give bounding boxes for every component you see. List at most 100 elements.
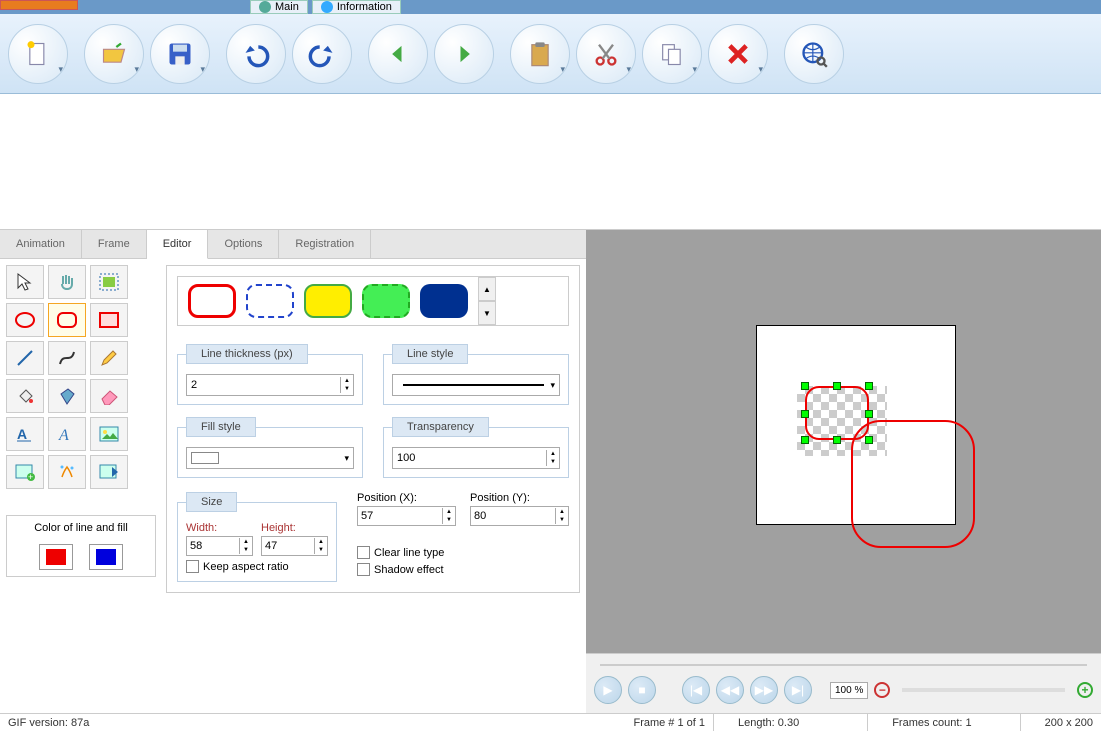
tool-eraser[interactable] <box>90 379 128 413</box>
tool-text-italic[interactable]: A <box>48 417 86 451</box>
crop-icon <box>98 463 120 481</box>
app-menu-button[interactable] <box>0 0 78 10</box>
canvas[interactable] <box>756 325 956 525</box>
tool-image[interactable] <box>90 417 128 451</box>
next-button[interactable] <box>434 24 494 84</box>
tool-roundrect[interactable] <box>48 303 86 337</box>
tab-main-label: Main <box>275 1 299 13</box>
tab-animation[interactable]: Animation <box>0 230 82 258</box>
web-button[interactable] <box>784 24 844 84</box>
tool-marquee[interactable] <box>90 265 128 299</box>
text-italic-icon: A <box>57 424 77 444</box>
last-button[interactable]: ▶| <box>784 676 812 704</box>
shadow-checkbox[interactable]: Shadow effect <box>357 563 569 576</box>
stop-button[interactable]: ■ <box>628 676 656 704</box>
undo-icon <box>242 40 270 68</box>
line-style-label: Line style <box>392 344 468 364</box>
cut-button[interactable] <box>576 24 636 84</box>
timeline[interactable] <box>594 658 1093 672</box>
line-icon <box>15 348 35 368</box>
line-style-combo[interactable]: ▾ <box>392 374 560 396</box>
zoom-out-button[interactable]: − <box>874 682 890 698</box>
status-frames-count: Frames count: 1 <box>884 717 979 729</box>
fill-style-label: Fill style <box>186 417 256 437</box>
preset-scroll-up[interactable]: ▲ <box>478 277 496 301</box>
tab-options[interactable]: Options <box>208 230 279 258</box>
transparency-input[interactable]: ▲▼ <box>392 447 560 469</box>
tool-line[interactable] <box>6 341 44 375</box>
tool-crop[interactable] <box>90 455 128 489</box>
tab-main[interactable]: Main <box>250 0 308 14</box>
canvas-area[interactable] <box>586 230 1101 653</box>
keep-aspect-checkbox[interactable]: Keep aspect ratio <box>186 560 328 573</box>
copy-button[interactable] <box>642 24 702 84</box>
tool-curve[interactable] <box>48 341 86 375</box>
handle-s[interactable] <box>833 436 841 444</box>
posx-input[interactable]: ▲▼ <box>357 506 456 526</box>
ellipse-icon <box>14 311 36 329</box>
handle-nw[interactable] <box>801 382 809 390</box>
zoom-value[interactable]: 100 % <box>830 682 868 699</box>
tool-add-frame[interactable]: + <box>6 455 44 489</box>
redo-button[interactable] <box>292 24 352 84</box>
tab-information[interactable]: Information <box>312 0 401 14</box>
tool-hand[interactable] <box>48 265 86 299</box>
forward-button[interactable]: ▶▶ <box>750 676 778 704</box>
height-input[interactable]: ▲▼ <box>261 536 328 556</box>
line-thickness-input[interactable]: ▲▼ <box>186 374 354 396</box>
status-length: Length: 0.30 <box>730 717 807 729</box>
preset-scroll-down[interactable]: ▼ <box>478 301 496 325</box>
new-button[interactable] <box>8 24 68 84</box>
handle-sw[interactable] <box>801 436 809 444</box>
tab-registration[interactable]: Registration <box>279 230 371 258</box>
fill-style-group: Fill style ▾ <box>177 417 363 478</box>
status-bar: GIF version: 87a Frame # 1 of 1 Length: … <box>0 713 1101 731</box>
save-button[interactable] <box>150 24 210 84</box>
scissors-icon <box>592 40 620 68</box>
handle-se[interactable] <box>865 436 873 444</box>
tab-frame[interactable]: Frame <box>82 230 147 258</box>
tab-editor[interactable]: Editor <box>147 230 209 259</box>
preset-navy[interactable] <box>420 284 468 318</box>
play-button[interactable]: ▶ <box>594 676 622 704</box>
handle-n[interactable] <box>833 382 841 390</box>
gradient-icon <box>57 386 77 406</box>
first-button[interactable]: |◀ <box>682 676 710 704</box>
zoom-slider[interactable] <box>902 688 1065 692</box>
tool-effects[interactable] <box>48 455 86 489</box>
paste-button[interactable] <box>510 24 570 84</box>
tool-pencil[interactable] <box>90 341 128 375</box>
posy-label: Position (Y): <box>470 492 569 504</box>
fill-style-combo[interactable]: ▾ <box>186 447 354 469</box>
preset-blue-dashed[interactable] <box>246 284 294 318</box>
line-color-swatch[interactable] <box>39 544 73 570</box>
width-input[interactable]: ▲▼ <box>186 536 253 556</box>
handle-e[interactable] <box>865 410 873 418</box>
handle-w[interactable] <box>801 410 809 418</box>
ribbon-toolbar <box>0 14 1101 94</box>
tool-rect-fill[interactable] <box>90 303 128 337</box>
preset-red-outline[interactable] <box>188 284 236 318</box>
add-frame-icon: + <box>14 463 36 481</box>
clear-line-checkbox[interactable]: Clear line type <box>357 546 569 559</box>
zoom-in-button[interactable]: + <box>1077 682 1093 698</box>
tool-gradient[interactable] <box>48 379 86 413</box>
line-thickness-group: Line thickness (px) ▲▼ <box>177 344 363 405</box>
fill-color-swatch[interactable] <box>89 544 123 570</box>
arrow-right-icon <box>450 40 478 68</box>
side-tabs: Animation Frame Editor Options Registrat… <box>0 230 586 259</box>
delete-button[interactable] <box>708 24 768 84</box>
tool-bucket[interactable] <box>6 379 44 413</box>
prev-button[interactable] <box>368 24 428 84</box>
tool-pointer[interactable] <box>6 265 44 299</box>
rewind-button[interactable]: ◀◀ <box>716 676 744 704</box>
tool-ellipse[interactable] <box>6 303 44 337</box>
open-button[interactable] <box>84 24 144 84</box>
posy-input[interactable]: ▲▼ <box>470 506 569 526</box>
undo-button[interactable] <box>226 24 286 84</box>
preset-green-dashed[interactable] <box>362 284 410 318</box>
pointer-icon <box>15 272 35 292</box>
preset-yellow[interactable] <box>304 284 352 318</box>
tool-text[interactable]: A <box>6 417 44 451</box>
handle-ne[interactable] <box>865 382 873 390</box>
